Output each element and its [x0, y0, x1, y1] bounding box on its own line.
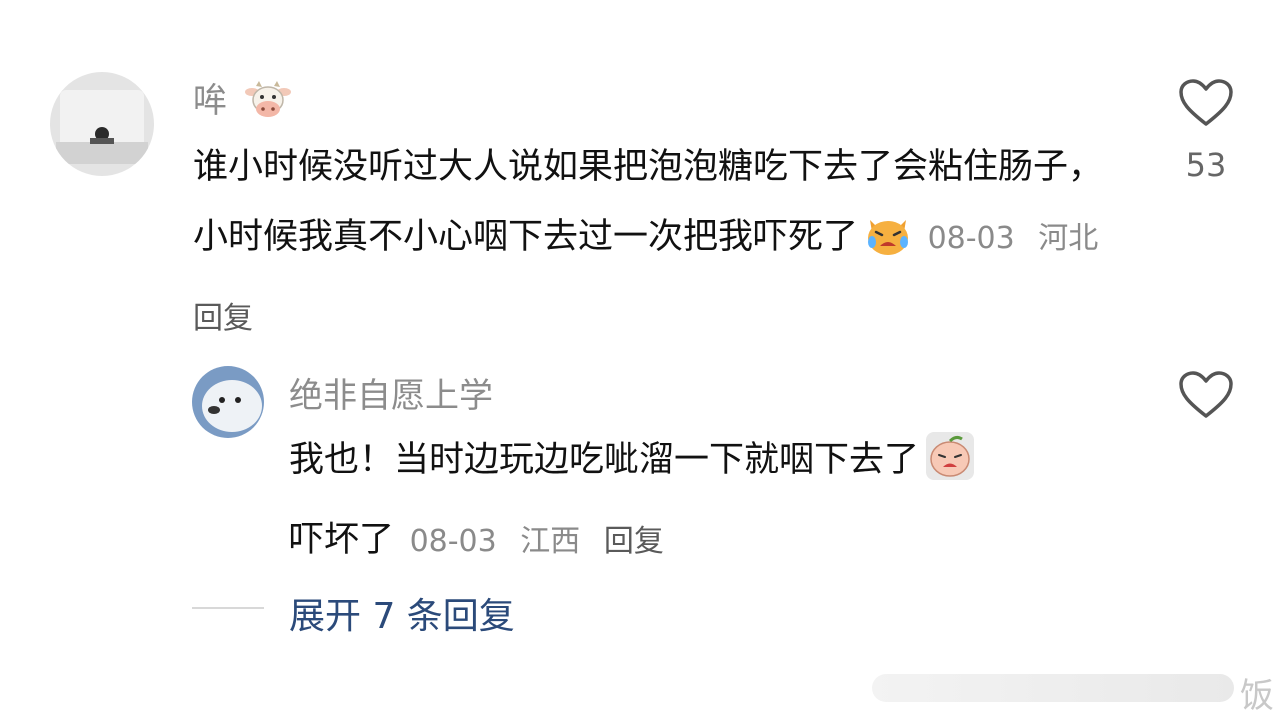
avatar[interactable]	[50, 72, 154, 176]
heart-icon	[1179, 371, 1233, 418]
reply-username[interactable]: 绝非自愿上学	[289, 376, 493, 416]
reply-location: 江西	[520, 524, 581, 559]
reply-button[interactable]: 回复	[193, 301, 253, 336]
expand-divider	[192, 607, 264, 609]
reply-avatar[interactable]	[192, 366, 264, 438]
username-text: 哞	[193, 81, 227, 121]
reply-like-button[interactable]	[1178, 370, 1234, 420]
reply-body: 我也！当时边玩边吃呲溜一下就咽下去了	[289, 440, 920, 480]
comment-date: 08-03	[927, 221, 1015, 256]
avatar-image	[50, 72, 154, 176]
reply-date: 08-03	[409, 524, 497, 559]
reply-meta: 08-03 江西 回复	[400, 524, 678, 559]
expand-replies-button[interactable]: 展开 7 条回复	[289, 587, 515, 639]
cow-face-icon	[244, 80, 292, 131]
comment-location: 河北	[1038, 221, 1099, 256]
username[interactable]: 哞	[193, 80, 292, 131]
crying-peach-icon	[925, 431, 975, 505]
watermark-bar	[872, 674, 1234, 702]
reply-text: 我也！当时边玩边吃呲溜一下就咽下去了 吓坏了 08-03 江西 回复	[289, 425, 1109, 577]
heart-icon	[1179, 79, 1233, 126]
like-button[interactable]	[1178, 78, 1234, 128]
comment-text: 谁小时候没听过大人说如果把泡泡糖吃下去了会粘住肠子，小时候我真不小心咽下去过一次…	[193, 132, 1123, 354]
like-count: 53	[1185, 146, 1227, 184]
crying-cat-icon	[864, 212, 912, 282]
watermark-text: 饭	[1240, 676, 1274, 716]
reply-body-tail: 吓坏了	[289, 520, 395, 560]
reply-reply-button[interactable]: 回复	[604, 524, 664, 559]
seal-avatar-image	[192, 366, 264, 438]
